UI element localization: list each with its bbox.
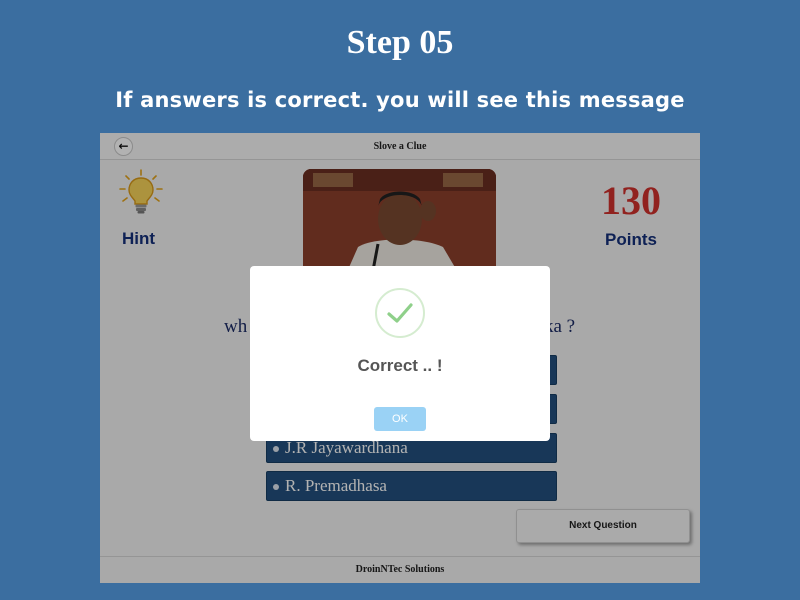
checkmark-icon [387, 303, 413, 323]
correct-dialog: Correct .. ! OK [250, 266, 550, 441]
ok-button[interactable]: OK [374, 407, 426, 431]
dialog-title: Correct .. ! [357, 356, 443, 375]
step-title: Step 05 [346, 24, 454, 61]
success-circle [375, 288, 425, 338]
step-subtitle: If answers is correct. you will see this… [115, 88, 685, 112]
app-screenshot: ← Slove a Clue Hint 130 Points wh ka ? J… [100, 133, 700, 583]
